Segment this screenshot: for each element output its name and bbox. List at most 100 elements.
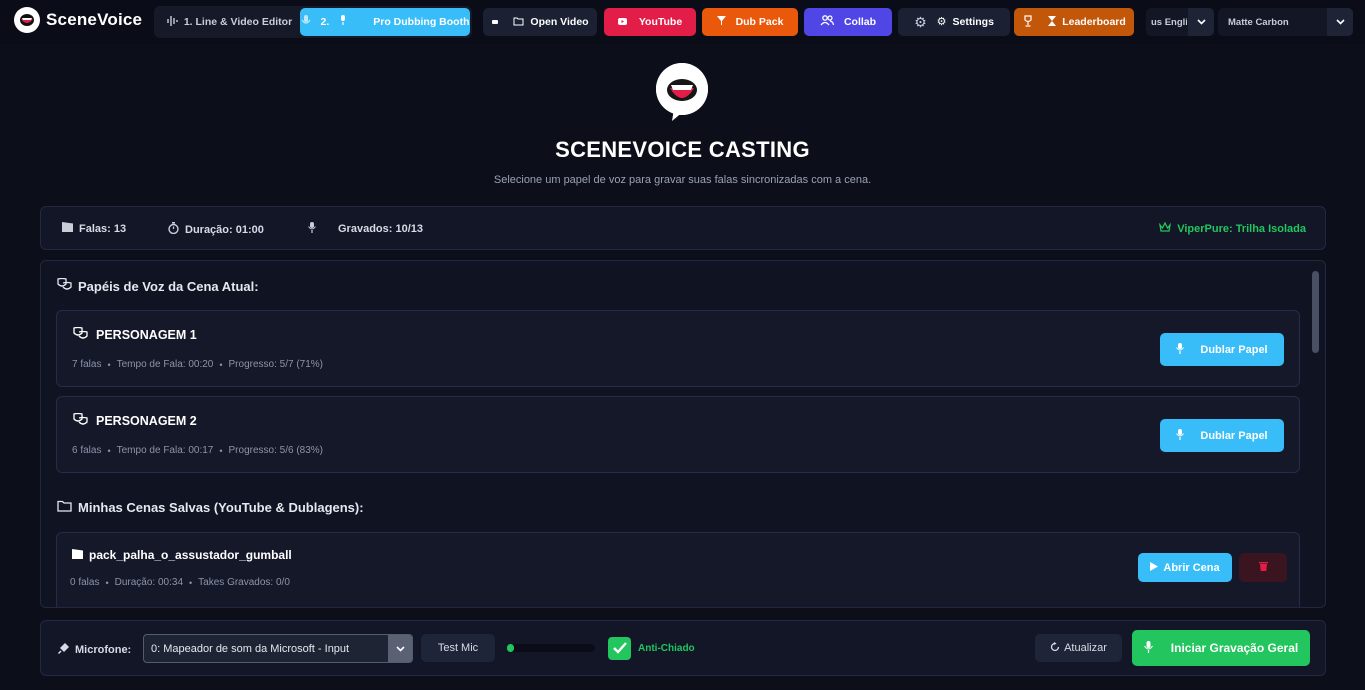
- microphone-select-value: 0: Mapeador de som da Microsoft - Input: [151, 643, 350, 655]
- theater-masks-icon: [57, 277, 72, 294]
- microphone-icon: [301, 14, 311, 30]
- youtube-button[interactable]: YouTube: [604, 8, 696, 36]
- role-lines: 7 falas: [72, 359, 102, 370]
- saved-scene-meta: 0 falas • Duração: 00:34 • Takes Gravado…: [70, 577, 290, 588]
- microphone-small-icon: [339, 15, 347, 29]
- refresh-icon: [1050, 641, 1060, 655]
- theme-select[interactable]: Matte Carbon: [1218, 8, 1353, 36]
- stat-lines-value: Falas: 13: [79, 222, 127, 235]
- saved-scene-name: pack_palha_o_assustador_gumball: [89, 548, 292, 562]
- role-speak-time: Tempo de Fala: 00:17: [116, 445, 214, 456]
- stat-recorded-value: Gravados: 10/13: [338, 223, 423, 235]
- role-title: PERSONAGEM 2: [73, 412, 197, 429]
- users-icon: [820, 15, 835, 29]
- clapperboard-icon: [72, 548, 83, 562]
- stat-duration: Duração: 01:00: [168, 222, 264, 237]
- role-title: PERSONAGEM 1: [73, 326, 197, 343]
- record-icon: [491, 17, 499, 28]
- separator: •: [219, 359, 223, 370]
- saved-scene-lines: 0 falas: [70, 577, 100, 588]
- tab-pro-dubbing-booth-label: Pro Dubbing Booth: [373, 16, 470, 28]
- folder-icon: [57, 500, 72, 515]
- mic-level-fill: [507, 644, 515, 652]
- page-title: SCENEVOICE CASTING: [555, 137, 810, 162]
- open-video-button[interactable]: Open Video: [483, 8, 597, 36]
- checkmark-icon: [612, 641, 627, 657]
- crown-icon: [1159, 221, 1172, 235]
- role-name: PERSONAGEM 1: [96, 328, 197, 342]
- stats-bar: Falas: 13 Duração: 01:00 Gravados: 10/13…: [40, 206, 1326, 250]
- role-card: PERSONAGEM 1 7 falas • Tempo de Fala: 00…: [56, 310, 1300, 387]
- separator: •: [107, 445, 111, 456]
- stopwatch-icon: [168, 222, 179, 237]
- refresh-label: Atualizar: [1064, 642, 1107, 654]
- dub-pack-label: Dub Pack: [735, 16, 784, 28]
- chevron-down-icon: [1327, 8, 1353, 36]
- waveform-icon: [166, 15, 178, 30]
- saved-section-title: Minhas Cenas Salvas (YouTube & Dublagens…: [57, 500, 364, 515]
- microphone-label-text: Microfone:: [75, 643, 132, 656]
- leaderboard-button[interactable]: Leaderboard: [1014, 8, 1134, 36]
- roles-panel[interactable]: Papéis de Voz da Cena Atual: PERSONAGEM …: [40, 260, 1326, 608]
- microphone-icon: [1176, 428, 1185, 443]
- speech-bubble-mouth-icon: [656, 63, 708, 121]
- top-bar: SceneVoice 1. Line & Video Editor 2. Pro…: [0, 0, 1365, 44]
- microphone-select[interactable]: 0: Mapeador de som da Microsoft - Input: [143, 634, 413, 663]
- delete-scene-button[interactable]: [1239, 553, 1287, 582]
- stat-duration-value: Duração: 01:00: [185, 223, 264, 236]
- language-select[interactable]: us English: [1146, 8, 1214, 36]
- saved-scene-duration: Duração: 00:34: [114, 577, 184, 588]
- track-status-label: ViperPure: Trilha Isolada: [1177, 222, 1306, 235]
- anti-noise-checkbox[interactable]: [608, 637, 631, 660]
- theater-masks-icon: [73, 412, 88, 429]
- anti-noise-label: Anti-Chiado: [638, 643, 695, 654]
- stat-lines: Falas: 13: [62, 222, 126, 235]
- stat-recorded: Gravados: 10/13: [308, 222, 423, 236]
- microphone-label: Microfone:: [57, 642, 132, 657]
- tab-pro-dubbing-booth[interactable]: 2. Pro Dubbing Booth: [300, 8, 470, 36]
- youtube-label: YouTube: [638, 16, 683, 28]
- microphone-icon: [1176, 342, 1185, 357]
- theater-masks-icon: [73, 326, 88, 343]
- test-mic-button[interactable]: Test Mic: [421, 634, 495, 662]
- start-recording-button[interactable]: Iniciar Gravação Geral: [1132, 630, 1310, 666]
- language-select-value: us English: [1151, 17, 1187, 28]
- role-speak-time: Tempo de Fala: 00:20: [116, 359, 214, 370]
- settings-button[interactable]: ⚙ ⚙ Settings: [898, 8, 1010, 36]
- dub-role-button[interactable]: Dublar Papel: [1160, 333, 1284, 366]
- youtube-icon: [617, 17, 627, 28]
- dub-pack-button[interactable]: Dub Pack: [702, 8, 798, 36]
- saved-scene-card: pack_palha_o_assustador_gumball 0 falas …: [56, 532, 1300, 607]
- cocktail-icon: [716, 15, 726, 29]
- chevron-down-icon: [1188, 8, 1214, 36]
- refresh-button[interactable]: Atualizar: [1035, 634, 1122, 662]
- microphone-icon: [1143, 640, 1153, 656]
- track-status: ViperPure: Trilha Isolada: [1159, 221, 1306, 235]
- role-meta: 7 falas • Tempo de Fala: 00:20 • Progres…: [72, 359, 323, 370]
- collab-button[interactable]: Collab: [804, 8, 892, 36]
- scrollbar[interactable]: [1312, 271, 1319, 353]
- separator: •: [219, 445, 223, 456]
- microphone-icon: [308, 222, 316, 236]
- hourglass-icon: [1048, 15, 1057, 29]
- role-meta: 6 falas • Tempo de Fala: 00:17 • Progres…: [72, 445, 323, 456]
- separator: •: [189, 577, 193, 588]
- tab-line-video-editor-label: 1. Line & Video Editor: [183, 16, 293, 28]
- role-progress: Progresso: 5/7 (71%): [228, 359, 324, 370]
- tab-booth-number: 2.: [320, 16, 330, 28]
- leaderboard-label: Leaderboard: [1062, 16, 1126, 28]
- open-video-label: Open Video: [530, 16, 589, 28]
- recording-bar: Microfone: 0: Mapeador de som da Microso…: [40, 620, 1326, 676]
- tab-line-video-editor[interactable]: 1. Line & Video Editor: [164, 8, 294, 36]
- brand[interactable]: SceneVoice: [14, 7, 142, 33]
- mic-level-meter: [507, 644, 595, 652]
- roles-section-title: Papéis de Voz da Cena Atual:: [57, 277, 259, 294]
- role-card: PERSONAGEM 2 6 falas • Tempo de Fala: 00…: [56, 396, 1300, 473]
- open-scene-button[interactable]: Abrir Cena: [1138, 553, 1232, 582]
- start-recording-label: Iniciar Gravação Geral: [1170, 641, 1299, 655]
- dub-role-button[interactable]: Dublar Papel: [1160, 419, 1284, 452]
- collab-label: Collab: [843, 16, 877, 28]
- speech-bubble-mouth-icon: [14, 7, 40, 33]
- saved-scene-title: pack_palha_o_assustador_gumball: [72, 548, 292, 562]
- dub-role-label: Dublar Papel: [1200, 429, 1268, 442]
